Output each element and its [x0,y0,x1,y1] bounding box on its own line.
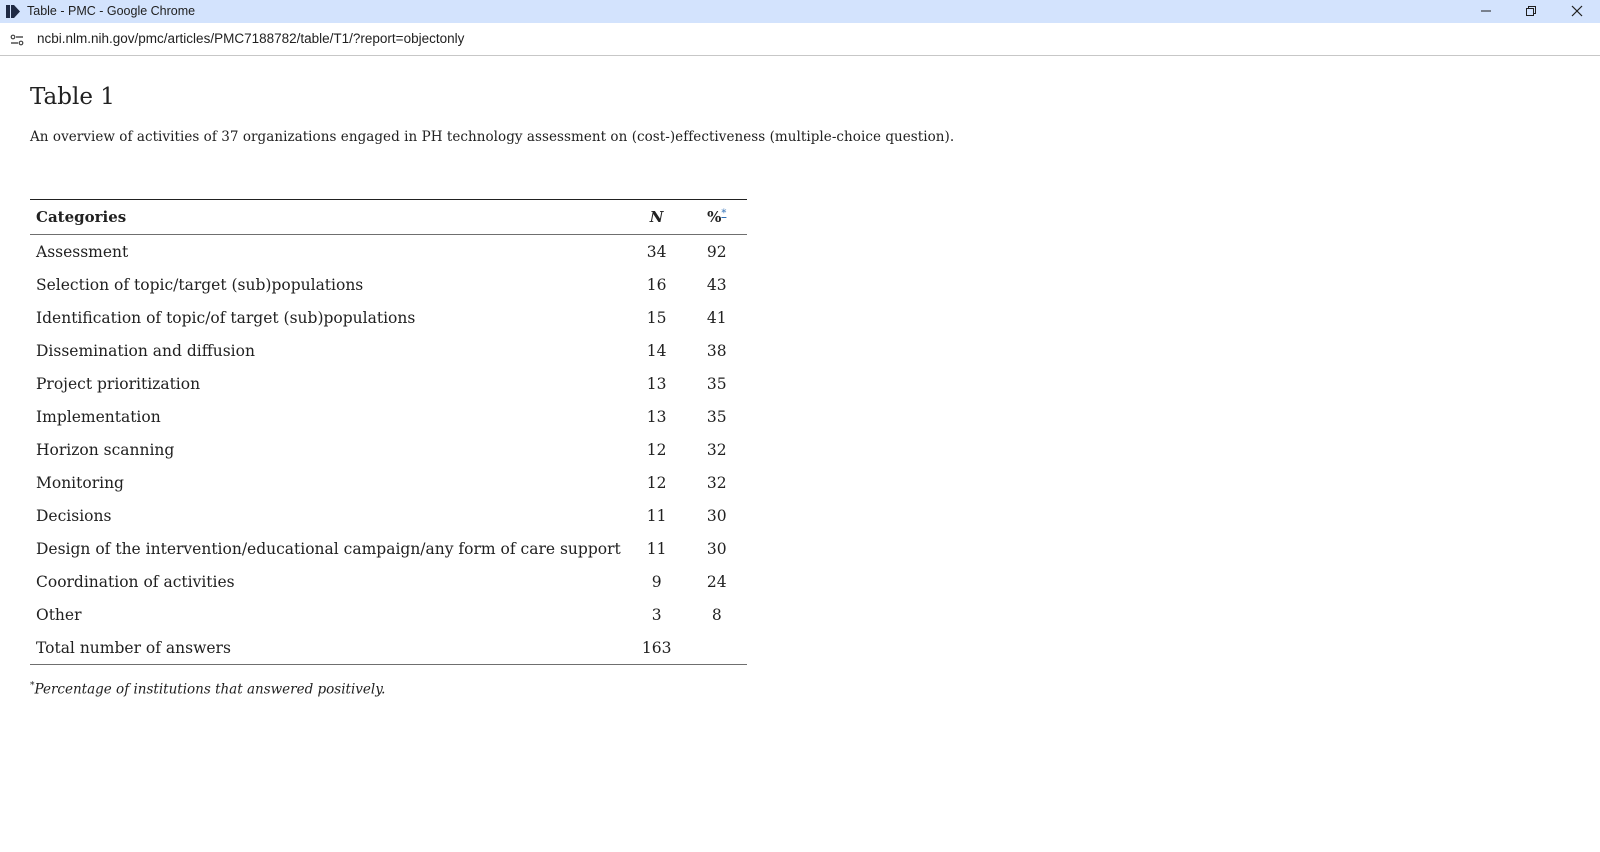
cell-n: 34 [646,242,667,261]
cell-category: Implementation [36,407,161,426]
table-row: Monitoring 12 32 [30,466,747,499]
page-title: Table 1 [30,84,115,110]
cell-category: Selection of topic/target (sub)populatio… [36,275,364,294]
cell-category: Total number of answers [36,638,231,657]
address-bar[interactable]: ncbi.nlm.nih.gov/pmc/articles/PMC7188782… [0,23,1600,56]
cell-n: 163 [641,638,672,657]
cell-n: 9 [651,572,662,591]
table-row: Project prioritization 13 35 [30,367,747,400]
cell-percent: 24 [706,572,727,591]
minimize-icon [1480,2,1492,21]
site-info-icon[interactable] [10,32,24,46]
cell-n: 12 [646,473,667,492]
cell-category: Horizon scanning [36,440,175,459]
table-row: Selection of topic/target (sub)populatio… [30,268,747,301]
table-row: Implementation 13 35 [30,400,747,433]
cell-percent: 8 [711,605,722,624]
footnote-link[interactable]: * [721,208,726,219]
header-categories: Categories [30,199,627,235]
header-n: N [626,199,687,235]
cell-n: 11 [646,506,667,525]
cell-percent: 43 [706,275,727,294]
table-footnote: *Percentage of institutions that answere… [30,681,385,698]
table-row: Horizon scanning 12 32 [30,433,747,466]
table-row: Dissemination and diffusion 14 38 [30,334,747,367]
cell-percent: 92 [706,242,727,261]
url-text[interactable]: ncbi.nlm.nih.gov/pmc/articles/PMC7188782… [37,31,464,46]
table-header-row: Categories N %* [30,199,747,235]
window-title: Table - PMC - Google Chrome [27,4,196,18]
cell-category: Other [36,605,82,624]
cell-percent: 30 [706,539,727,558]
header-percent-label: % [707,208,722,226]
cell-category: Identification of topic/of target (sub)p… [36,308,416,327]
close-button[interactable] [1554,0,1600,23]
cell-n: 3 [651,605,662,624]
table-row: Other 3 8 [30,598,747,631]
cell-category: Coordination of activities [36,572,235,591]
table-row: Coordination of activities 9 24 [30,565,747,598]
cell-n: 13 [646,374,667,393]
cell-category: Project prioritization [36,374,201,393]
cell-percent: 32 [706,473,727,492]
table-row-total: Total number of answers 163 [30,631,747,665]
cell-category: Decisions [36,506,112,525]
table-caption: An overview of activities of 37 organiza… [30,129,955,145]
cell-n: 15 [646,308,667,327]
cell-category: Design of the intervention/educational c… [36,539,621,558]
cell-n: 11 [646,539,667,558]
cell-category: Dissemination and diffusion [36,341,255,360]
cell-percent: 30 [706,506,727,525]
minimize-button[interactable] [1463,0,1509,23]
window-titlebar: Table - PMC - Google Chrome [0,0,1600,23]
table-row: Identification of topic/of target (sub)p… [30,301,747,334]
cell-category: Monitoring [36,473,124,492]
close-icon [1571,2,1583,21]
table-row: Assessment 34 92 [30,235,747,269]
cell-n: 14 [646,341,667,360]
restore-button[interactable] [1508,0,1554,23]
table-row: Decisions 11 30 [30,499,747,532]
chrome-app-icon [5,4,21,19]
cell-n: 13 [646,407,667,426]
header-percent: %* [686,199,747,235]
table-row: Design of the intervention/educational c… [30,532,747,565]
restore-icon [1525,2,1537,21]
data-table: Categories N %* Assessment 34 92 Selecti… [30,199,747,665]
cell-percent: 32 [706,440,727,459]
cell-percent: 35 [706,407,727,426]
cell-percent: 38 [706,341,727,360]
cell-percent: 41 [706,308,727,327]
cell-percent [687,631,747,665]
cell-percent: 35 [706,374,727,393]
cell-category: Assessment [36,242,129,261]
cell-n: 16 [646,275,667,294]
footnote-text: Percentage of institutions that answered… [34,681,386,698]
cell-n: 12 [646,440,667,459]
